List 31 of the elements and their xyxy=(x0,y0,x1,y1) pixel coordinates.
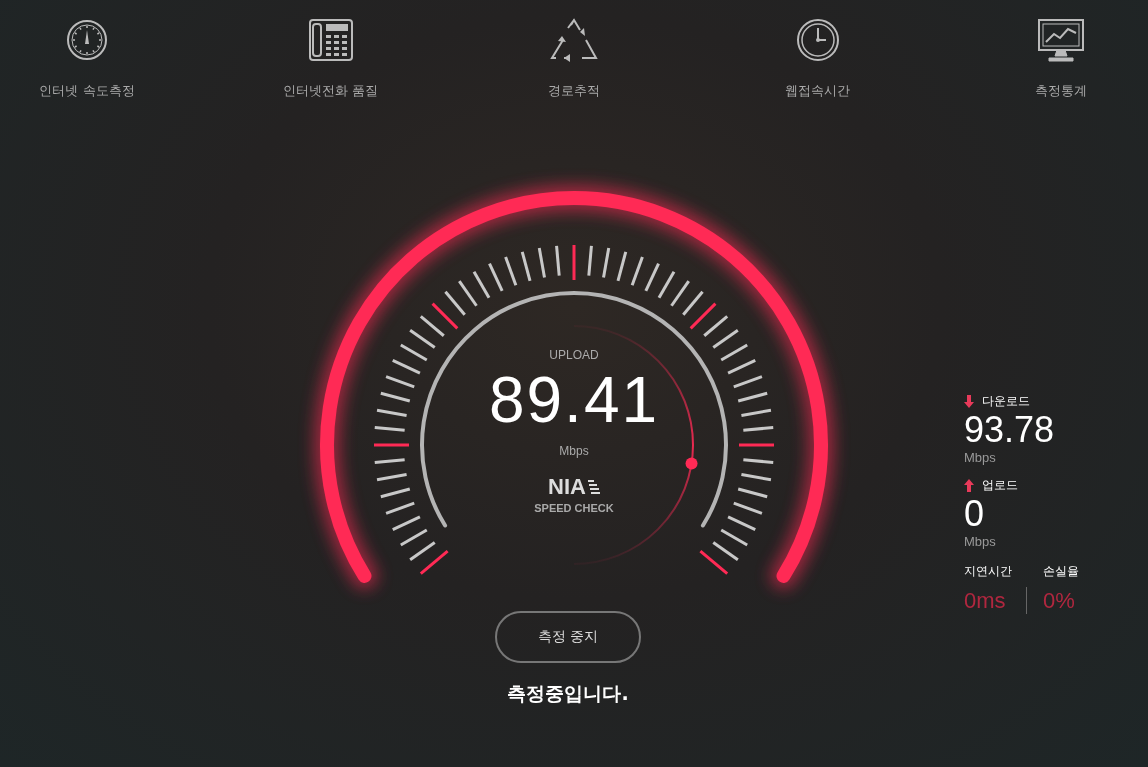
metric-value: 0% xyxy=(1043,588,1076,614)
nav-item[interactable]: 경로추적 xyxy=(509,18,639,100)
down-arrow-icon xyxy=(964,395,974,408)
nav-item[interactable]: 웹접속시간 xyxy=(752,18,883,100)
status-text: 측정중입니다. xyxy=(507,681,629,706)
nav-item[interactable]: 측정통계 xyxy=(996,18,1126,100)
result-label: 다운로드 xyxy=(982,393,1030,410)
nav-item[interactable]: 인터넷전화 품질 xyxy=(265,18,396,100)
metric-value: 0ms xyxy=(964,588,1007,614)
stripes-icon xyxy=(587,479,600,495)
chart-monitor-icon xyxy=(1037,18,1085,62)
mode-label: UPLOAD xyxy=(549,348,599,362)
recycle-arrows-icon xyxy=(550,18,598,62)
up-arrow-icon xyxy=(964,479,974,492)
metric-label: 지연시간 xyxy=(964,563,1012,580)
gauge-icon xyxy=(65,18,109,62)
unit-label: Mbps xyxy=(964,534,997,549)
telephone-icon xyxy=(307,18,354,62)
result-label: 업로드 xyxy=(982,477,1018,494)
unit-label: Mbps xyxy=(964,450,997,465)
logo-subtitle: SPEED CHECK xyxy=(534,502,614,514)
needle-dot xyxy=(685,457,698,470)
stop-button[interactable]: 측정 중지 xyxy=(495,611,641,663)
clock-icon xyxy=(795,18,840,62)
result-value: 93.78 xyxy=(964,410,1056,450)
unit-label: Mbps xyxy=(559,444,589,458)
nav-item[interactable]: 인터넷 속도측정 xyxy=(22,18,152,100)
metric-label: 손실율 xyxy=(1043,563,1079,580)
logo-text: NIA xyxy=(548,476,586,498)
result-value: 0 xyxy=(964,494,986,534)
speed-value: 89.41 xyxy=(488,363,660,438)
